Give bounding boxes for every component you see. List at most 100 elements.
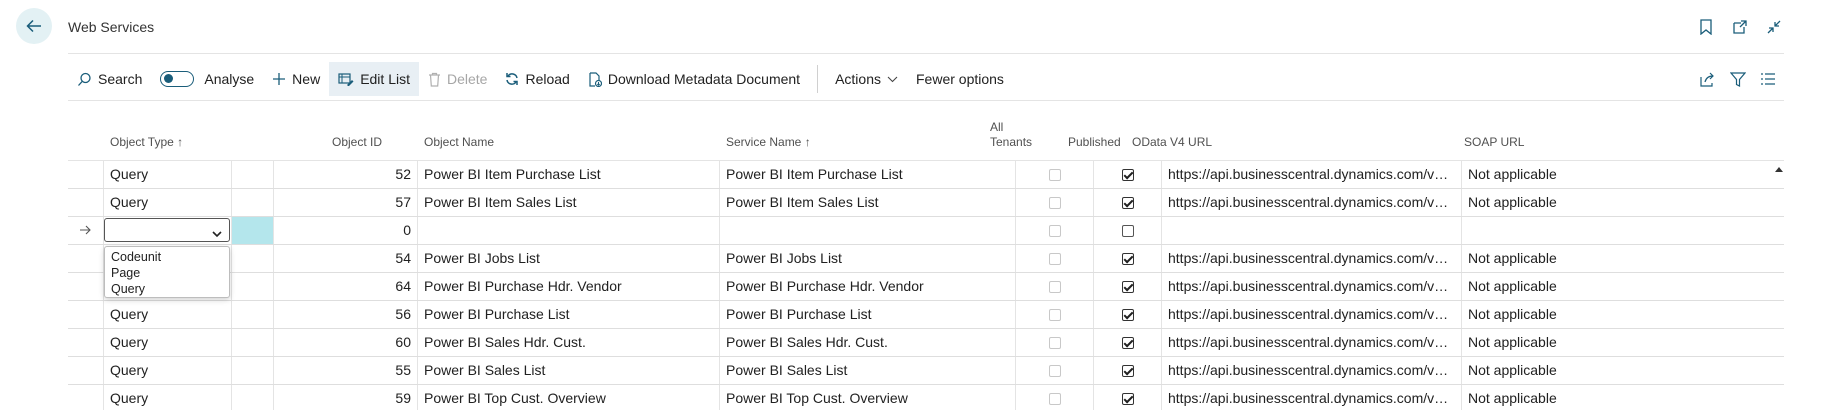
- table-row[interactable]: Query 52 Power BI Item Purchase List Power …: [68, 161, 1784, 189]
- row-indicator[interactable]: [68, 301, 104, 328]
- search-button[interactable]: Search: [68, 62, 151, 96]
- object-id-cell[interactable]: 54: [274, 245, 418, 272]
- fewer-options-button[interactable]: Fewer options: [907, 62, 1013, 96]
- published-checkbox[interactable]: [1121, 168, 1134, 181]
- download-metadata-button[interactable]: Download Metadata Document: [579, 62, 809, 96]
- all-tenants-cell[interactable]: [1016, 357, 1094, 384]
- all-tenants-checkbox[interactable]: [1048, 392, 1061, 405]
- table-row[interactable]: 0: [68, 217, 1784, 245]
- filter-icon[interactable]: [1730, 71, 1746, 87]
- service-name-cell[interactable]: Power BI Sales Hdr. Cust.: [720, 329, 1016, 356]
- row-indicator[interactable]: [68, 245, 104, 272]
- published-checkbox[interactable]: [1121, 224, 1134, 237]
- service-name-cell[interactable]: Power BI Item Purchase List: [720, 161, 1016, 188]
- row-indicator[interactable]: [68, 161, 104, 188]
- table-row[interactable]: Query 56 Power BI Purchase List Power BI Pu…: [68, 301, 1784, 329]
- odata-url-cell[interactable]: https://api.businesscentral.dynamics.com…: [1162, 301, 1462, 328]
- all-tenants-cell[interactable]: [1016, 189, 1094, 216]
- table-row[interactable]: Query64Power BI Purchase Hdr. VendorPowe…: [68, 273, 1784, 301]
- service-name-cell[interactable]: Power BI Item Sales List: [720, 189, 1016, 216]
- object-type-cell[interactable]: Query: [104, 357, 232, 384]
- object-id-cell[interactable]: 55: [274, 357, 418, 384]
- published-checkbox[interactable]: [1121, 196, 1134, 209]
- published-cell[interactable]: [1094, 217, 1162, 244]
- header-soap-url[interactable]: SOAP URL: [1464, 135, 1524, 150]
- object-name-cell[interactable]: Power BI Item Sales List: [418, 189, 720, 216]
- reload-button[interactable]: Reload: [496, 62, 578, 96]
- soap-url-cell[interactable]: Not applicable: [1462, 329, 1784, 356]
- collapse-icon[interactable]: [1764, 17, 1784, 37]
- all-tenants-checkbox[interactable]: [1048, 252, 1061, 265]
- header-object-name[interactable]: Object Name: [424, 135, 494, 150]
- row-indicator[interactable]: [68, 217, 104, 244]
- object-name-cell[interactable]: Power BI Item Purchase List: [418, 161, 720, 188]
- back-button[interactable]: [16, 8, 52, 44]
- odata-url-cell[interactable]: https://api.businesscentral.dynamics.com…: [1162, 189, 1462, 216]
- object-id-cell[interactable]: 60: [274, 329, 418, 356]
- dropdown-option[interactable]: Query: [105, 281, 229, 297]
- soap-url-cell[interactable]: Not applicable: [1462, 301, 1784, 328]
- object-name-cell[interactable]: Power BI Sales Hdr. Cust.: [418, 329, 720, 356]
- object-type-cell[interactable]: Query: [104, 329, 232, 356]
- odata-url-cell[interactable]: https://api.businesscentral.dynamics.com…: [1162, 161, 1462, 188]
- header-published[interactable]: Published: [1068, 135, 1121, 150]
- all-tenants-cell[interactable]: [1016, 161, 1094, 188]
- header-object-id[interactable]: Object ID: [332, 135, 382, 150]
- all-tenants-checkbox[interactable]: [1048, 364, 1061, 377]
- soap-url-cell[interactable]: Not applicable: [1462, 245, 1784, 272]
- published-cell[interactable]: [1094, 385, 1162, 410]
- object-id-cell[interactable]: 57: [274, 189, 418, 216]
- object-id-cell[interactable]: 52: [274, 161, 418, 188]
- odata-url-cell[interactable]: [1162, 217, 1462, 244]
- published-cell[interactable]: [1094, 273, 1162, 300]
- table-row[interactable]: Query 57 Power BI Item Sales List Power BI …: [68, 189, 1784, 217]
- all-tenants-checkbox[interactable]: [1048, 196, 1061, 209]
- object-name-cell[interactable]: [418, 217, 720, 244]
- soap-url-cell[interactable]: Not applicable: [1462, 357, 1784, 384]
- published-cell[interactable]: [1094, 189, 1162, 216]
- object-id-cell[interactable]: 0: [274, 217, 418, 244]
- object-name-cell[interactable]: Power BI Purchase List: [418, 301, 720, 328]
- all-tenants-cell[interactable]: [1016, 301, 1094, 328]
- all-tenants-checkbox[interactable]: [1048, 168, 1061, 181]
- new-button[interactable]: New: [263, 62, 329, 96]
- object-type-lookup-cell[interactable]: [232, 217, 274, 244]
- soap-url-cell[interactable]: Not applicable: [1462, 385, 1784, 410]
- all-tenants-cell[interactable]: [1016, 217, 1094, 244]
- row-indicator[interactable]: [68, 357, 104, 384]
- actions-menu[interactable]: Actions: [826, 62, 907, 96]
- row-indicator[interactable]: [68, 273, 104, 300]
- object-id-cell[interactable]: 59: [274, 385, 418, 410]
- all-tenants-cell[interactable]: [1016, 245, 1094, 272]
- object-type-dropdown-list[interactable]: Codeunit Page Query: [104, 246, 230, 298]
- object-type-cell[interactable]: Query: [104, 385, 232, 410]
- table-row[interactable]: Query54Power BI Jobs ListPower BI Jobs L…: [68, 245, 1784, 273]
- row-indicator[interactable]: [68, 385, 104, 410]
- soap-url-cell[interactable]: Not applicable: [1462, 189, 1784, 216]
- object-id-cell[interactable]: 64: [274, 273, 418, 300]
- odata-url-cell[interactable]: https://api.businesscentral.dynamics.com…: [1162, 329, 1462, 356]
- soap-url-cell[interactable]: [1462, 217, 1784, 244]
- service-name-cell[interactable]: Power BI Sales List: [720, 357, 1016, 384]
- published-cell[interactable]: [1094, 329, 1162, 356]
- edit-list-button[interactable]: Edit List: [329, 62, 419, 96]
- all-tenants-cell[interactable]: [1016, 273, 1094, 300]
- object-type-select[interactable]: [104, 218, 230, 242]
- service-name-cell[interactable]: Power BI Purchase List: [720, 301, 1016, 328]
- published-cell[interactable]: [1094, 301, 1162, 328]
- share-icon[interactable]: [1700, 72, 1716, 87]
- all-tenants-cell[interactable]: [1016, 329, 1094, 356]
- object-name-cell[interactable]: Power BI Purchase Hdr. Vendor: [418, 273, 720, 300]
- all-tenants-checkbox[interactable]: [1048, 336, 1061, 349]
- object-name-cell[interactable]: Power BI Jobs List: [418, 245, 720, 272]
- dropdown-option[interactable]: Codeunit: [105, 249, 229, 265]
- object-type-cell[interactable]: [104, 217, 232, 244]
- object-type-cell[interactable]: Query: [104, 161, 232, 188]
- bookmark-icon[interactable]: [1696, 17, 1716, 37]
- published-checkbox[interactable]: [1121, 252, 1134, 265]
- all-tenants-checkbox[interactable]: [1048, 308, 1061, 321]
- header-object-type[interactable]: Object Type ↑: [110, 135, 183, 150]
- object-name-cell[interactable]: Power BI Sales List: [418, 357, 720, 384]
- list-view-icon[interactable]: [1760, 72, 1776, 86]
- header-service-name[interactable]: Service Name ↑: [726, 135, 811, 150]
